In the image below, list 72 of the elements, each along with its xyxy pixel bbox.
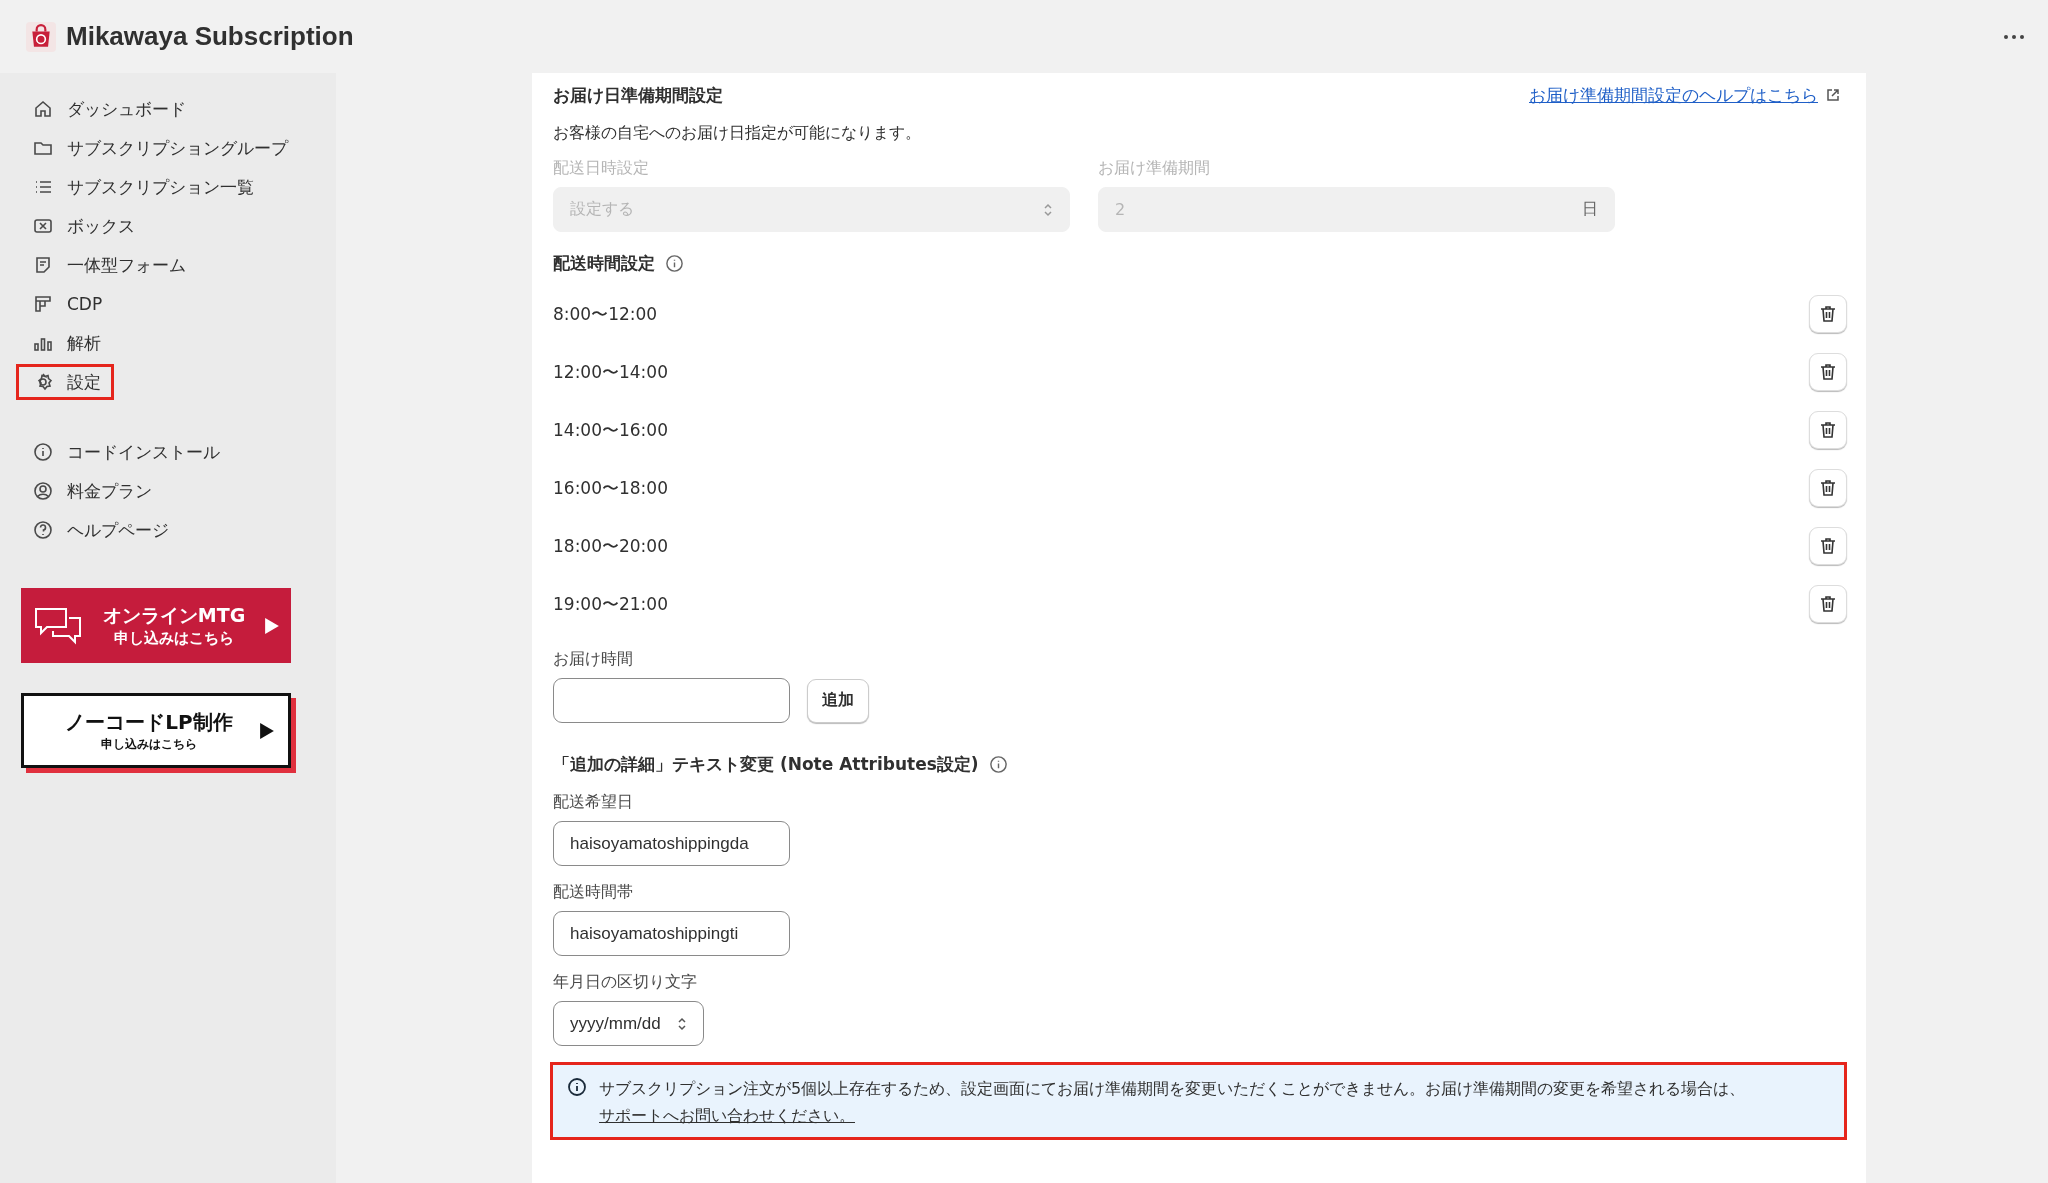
sidebar-item[interactable]: 料金プラン [16,473,165,509]
section-title: 配送時間設定 [553,252,655,275]
field-label: 年月日の区切り文字 [553,972,698,993]
text-input-field[interactable]: haisoyamatoshippingti [553,911,790,956]
field-label: お届け準備期間 [1098,158,1211,179]
time-slot: 8:00〜12:00 [553,302,658,326]
trash-icon [1818,536,1838,556]
sidebar-item[interactable]: CDP [16,286,116,322]
sidebar-item[interactable]: 解析 [16,325,114,361]
box-icon [33,216,53,236]
play-icon [265,617,279,634]
online-meeting-banner[interactable]: オンラインMTG 申し込みはこちら [21,588,291,663]
info-icon[interactable] [988,755,1008,774]
banner-title: ノーコードLP制作 [65,708,233,736]
sidebar-item[interactable]: ボックス [16,208,148,244]
trash-icon [1818,478,1838,498]
unit-suffix: 日 [1582,199,1598,220]
delete-button[interactable] [1809,585,1847,623]
play-icon [260,722,274,739]
time-slot: 16:00〜18:00 [553,476,668,500]
text-input-field[interactable]: haisoyamatoshippingda [553,821,790,866]
form-icon [33,255,53,275]
delete-button[interactable] [1809,527,1847,565]
select-field[interactable]: yyyy/mm/dd [553,1001,704,1046]
banner-subtitle: 申し込みはこちら [101,735,197,753]
chevron-up-down-icon [1043,201,1053,218]
add-button[interactable]: 追加 [807,678,869,723]
section-title: 「追加の詳細」テキスト変更 (Note Attributes設定) [553,753,979,776]
time-slot: 18:00〜20:00 [553,534,668,558]
trash-icon [1818,362,1838,382]
field-label: お届け時間 [553,649,634,670]
delete-button[interactable] [1809,469,1847,507]
delete-button[interactable] [1809,353,1847,391]
trash-icon [1818,420,1838,440]
info-icon [567,1077,587,1097]
trash-icon [1818,304,1838,324]
more-icon[interactable] [2004,34,2024,39]
external-link-icon [1826,88,1840,102]
help-link[interactable]: お届け準備期間設定のヘルプはこちら [1529,83,1818,107]
sidebar-item[interactable]: ダッシュボード [16,91,199,127]
chevron-up-down-icon [676,1015,687,1032]
help-icon [33,520,53,540]
sidebar-item[interactable]: ヘルプページ [16,512,182,548]
sidebar-item[interactable]: サブスクリプション一覧 [16,169,267,205]
time-slot: 12:00〜14:00 [553,360,668,384]
sidebar-item[interactable]: 一体型フォーム [16,247,199,283]
user-icon [33,481,53,501]
time-slot: 14:00〜16:00 [553,418,668,442]
notice-text: サブスクリプション注文が5個以上存在するため、設定画面にてお届け準備期間を変更いただくことができません。お届け準備期間の変更を希望される場合は、 サポートへお問い合わせください。 [599,1078,1747,1127]
field-label: 配送希望日 [553,792,634,813]
faq-speech-bubbles-icon [33,605,83,646]
time-input-field[interactable] [553,678,790,723]
banner-subtitle: 申し込みはこちら [114,629,234,648]
sidebar-item[interactable]: サブスクリプショングループ [16,130,301,166]
sidebar-item[interactable]: コードインストール [16,434,233,470]
field-label: 配送日時設定 [553,158,650,179]
banner-title: オンラインMTG [102,603,246,628]
grid-icon [33,294,53,314]
info-icon [33,442,53,462]
shopping-bag-logo-icon [26,21,56,52]
delete-button[interactable] [1809,411,1847,449]
home-icon [33,99,53,119]
section-description: お客様の自宅へのお届け日指定が可能になります。 [553,123,922,144]
field-label: 配送時間帯 [553,882,634,903]
trash-icon [1818,594,1838,614]
support-link[interactable]: サポートへお問い合わせください。 [599,1106,855,1125]
section-title: お届け日準備期間設定 [553,83,723,107]
sidebar-item[interactable]: 設定 [16,364,114,400]
app-title: Mikawaya Subscription [66,21,354,52]
info-icon[interactable] [665,254,684,273]
time-slot: 19:00〜21:00 [553,592,668,616]
delete-button[interactable] [1809,295,1847,333]
